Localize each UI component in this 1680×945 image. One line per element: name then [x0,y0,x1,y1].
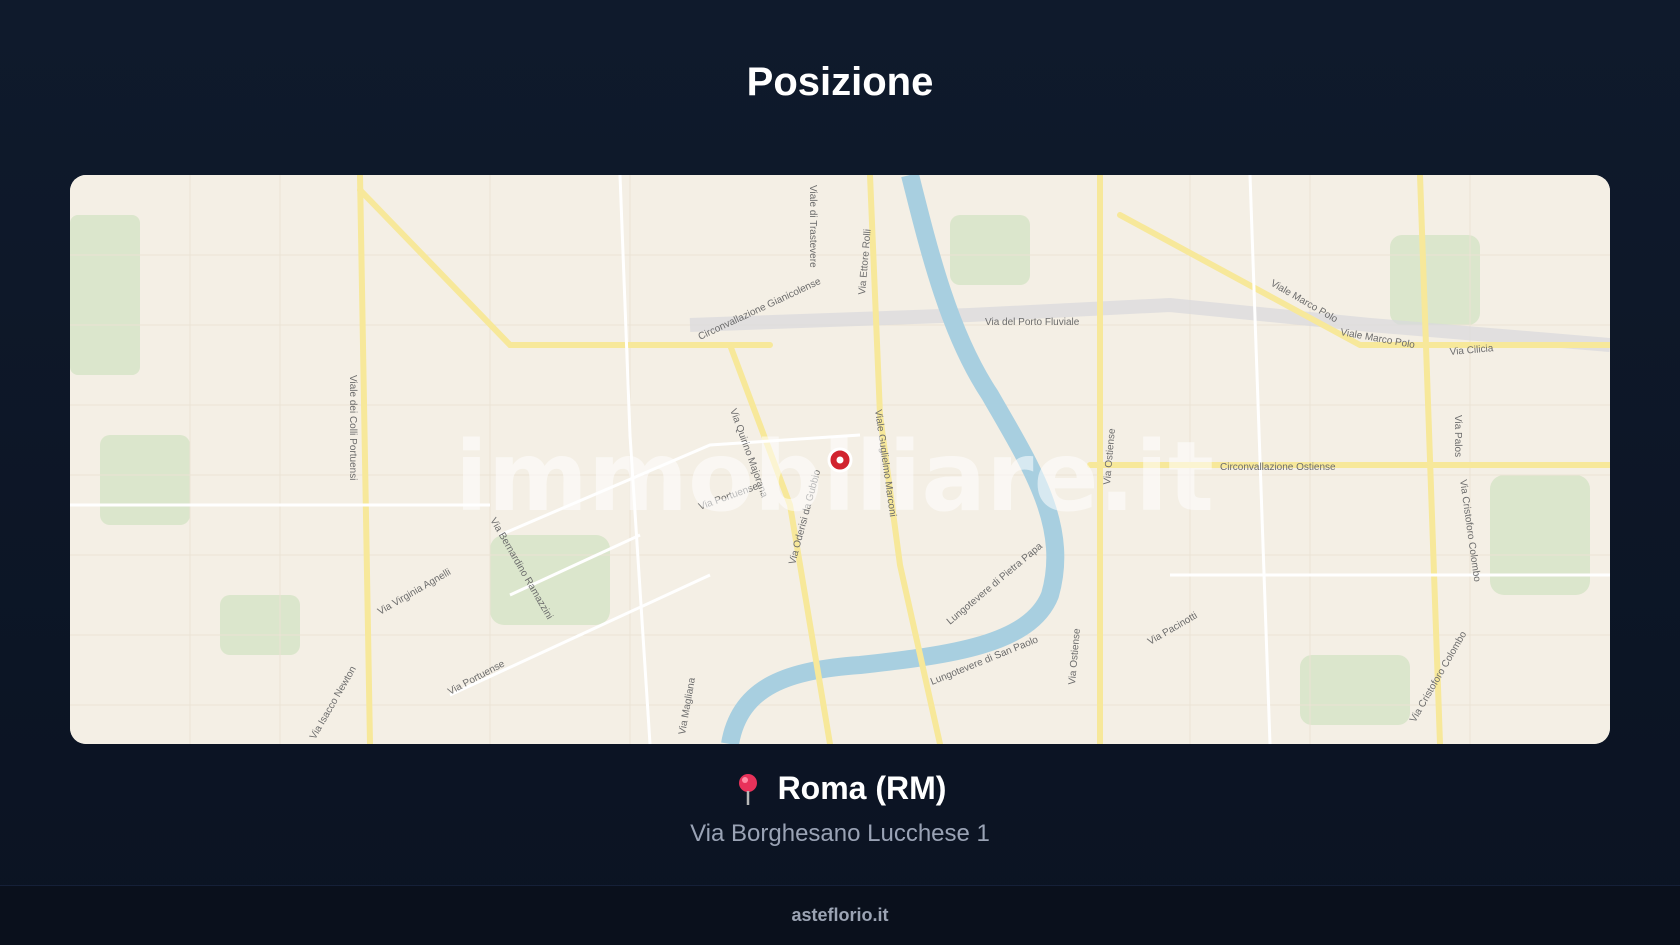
location-city: Roma (RM) [777,770,947,806]
street-label: Circonvallazione Ostiense [1220,462,1336,473]
page-title: Posizione [746,60,934,104]
street-label: Via Palos [1452,415,1463,457]
street-label: Viale dei Colli Portuensi [347,375,358,480]
location-pin-icon[interactable] [827,447,853,473]
map-canvas[interactable]: Viale dei Colli Portuensi Circonvallazio… [70,175,1610,744]
map-view[interactable]: Viale dei Colli Portuensi Circonvallazio… [70,175,1610,744]
footer: asteflorio.it [0,885,1680,945]
round-pushpin-icon [734,772,762,806]
footer-site-link[interactable]: asteflorio.it [791,905,888,926]
street-label: Via del Porto Fluviale [985,317,1080,328]
location-address: Via Borghesano Lucchese 1 [690,820,990,847]
map-watermark: immobiliare.it [455,421,1214,533]
street-label: Viale di Trastevere [807,185,818,268]
location-info: Roma (RM) [0,770,1680,807]
